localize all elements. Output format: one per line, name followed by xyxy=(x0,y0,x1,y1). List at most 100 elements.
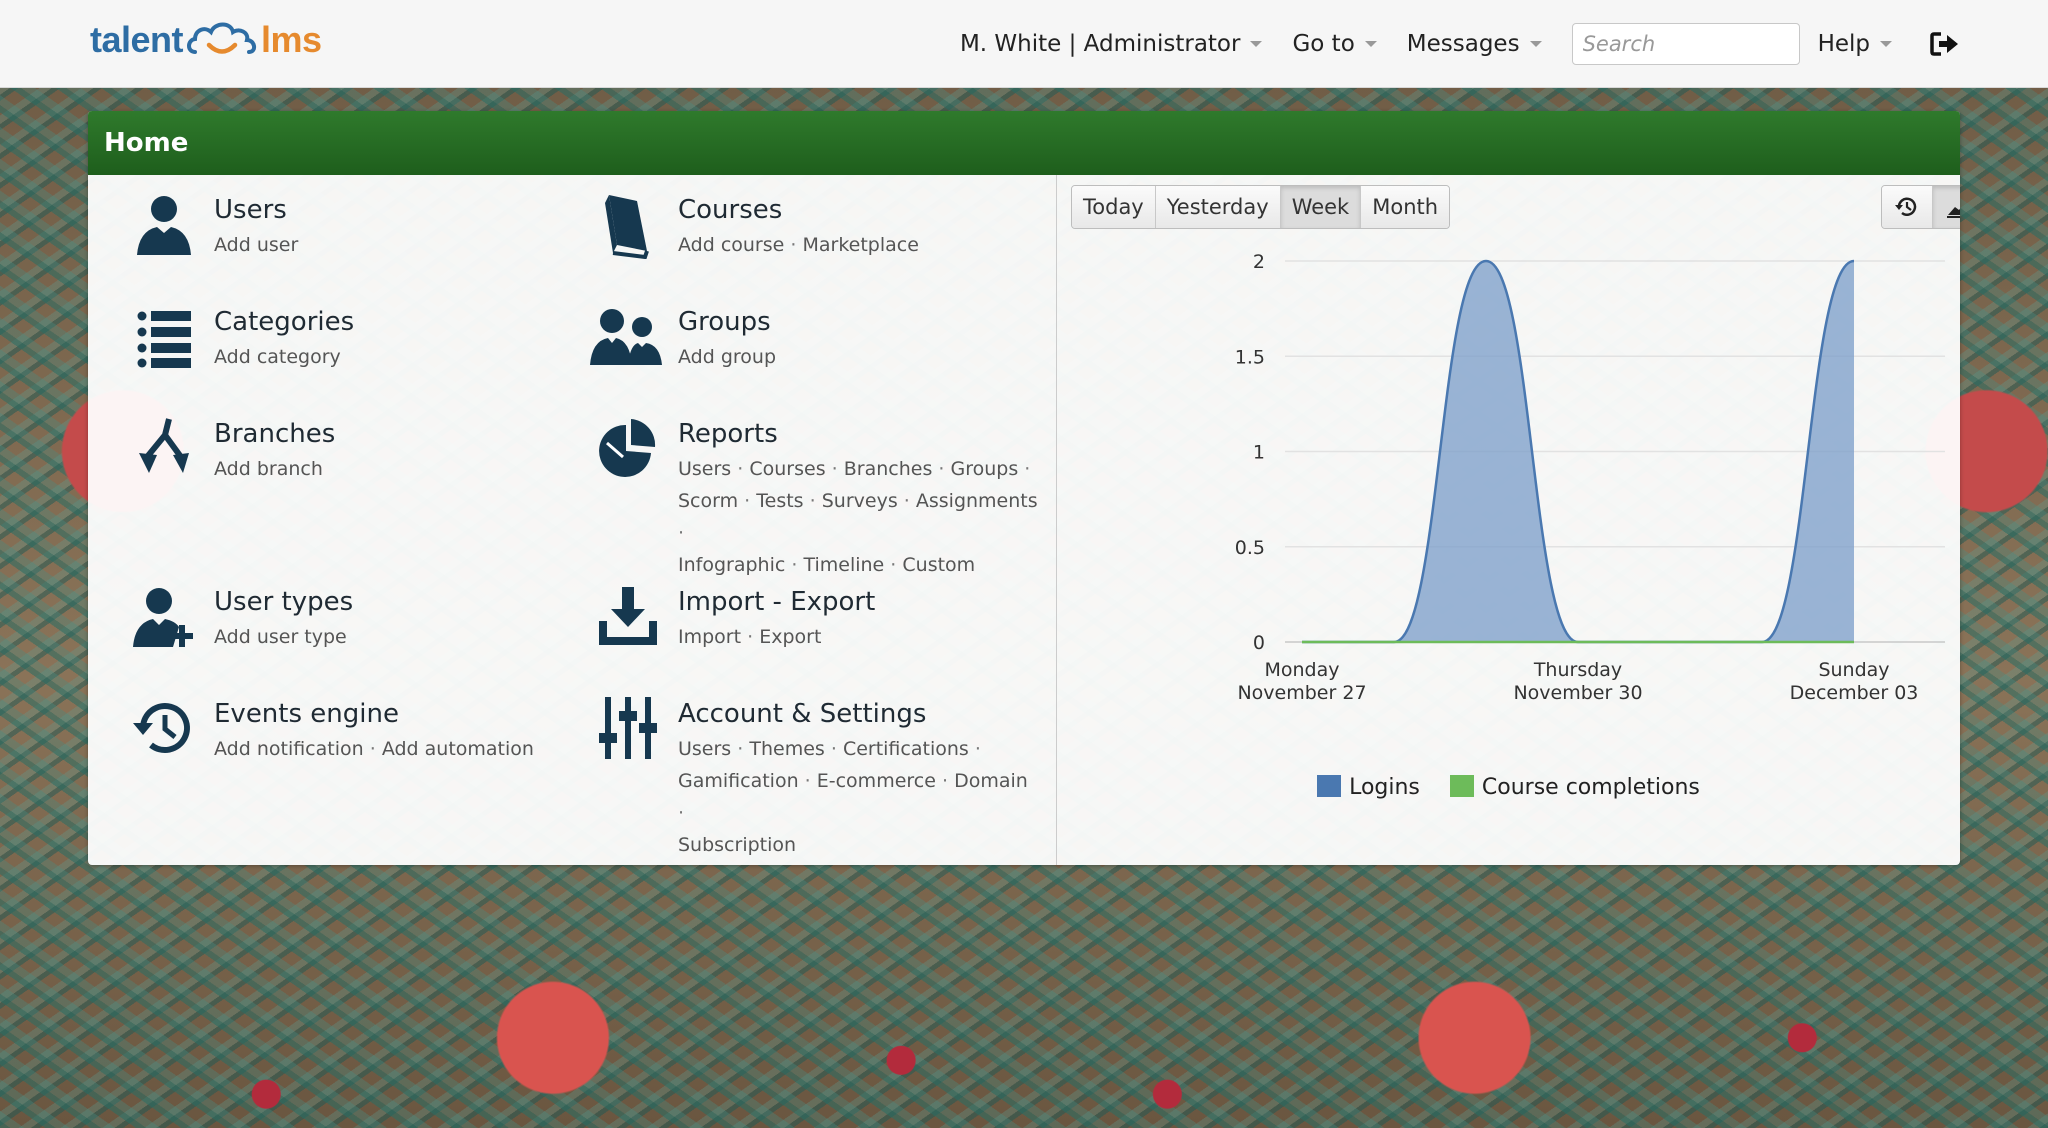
settings-subscription-link[interactable]: Subscription xyxy=(678,834,796,856)
history-icon xyxy=(122,693,206,763)
report-scorm-link[interactable]: Scorm xyxy=(678,490,738,512)
area-chart-icon xyxy=(1947,207,1960,218)
report-timeline-link[interactable]: Timeline xyxy=(803,554,884,576)
branches-section: Branches Add branch xyxy=(122,413,335,485)
y-tick-label: 0.5 xyxy=(1235,537,1265,559)
range-tabs: Today Yesterday Week Month xyxy=(1071,185,1451,229)
add-notification-link[interactable]: Add notification xyxy=(214,738,364,760)
tab-yesterday[interactable]: Yesterday xyxy=(1155,186,1281,228)
add-branch-link[interactable]: Add branch xyxy=(214,458,323,480)
users-section: Users Add user xyxy=(122,189,298,261)
caret-down-icon xyxy=(1364,40,1377,47)
messages-menu[interactable]: Messages xyxy=(1407,31,1542,57)
marketplace-link[interactable]: Marketplace xyxy=(802,234,918,256)
talentlms-logo[interactable]: talent lms xyxy=(90,18,322,62)
tab-week[interactable]: Week xyxy=(1280,186,1362,228)
events-engine-section: Events engine Add notification · Add aut… xyxy=(122,693,534,765)
settings-ecommerce-link[interactable]: E-commerce xyxy=(817,770,936,792)
legend-label: Course completions xyxy=(1481,775,1700,800)
reports-link[interactable]: Reports xyxy=(678,419,1038,453)
tab-today[interactable]: Today xyxy=(1072,186,1156,228)
legend-swatch xyxy=(1317,775,1342,797)
import-link[interactable]: Import xyxy=(678,626,741,648)
search-input[interactable] xyxy=(1571,22,1800,65)
user-types-link[interactable]: User types xyxy=(214,587,353,621)
user-icon xyxy=(122,189,206,259)
report-groups-link[interactable]: Groups xyxy=(950,458,1018,480)
book-icon xyxy=(586,189,670,259)
goto-menu[interactable]: Go to xyxy=(1292,31,1377,57)
legend-swatch xyxy=(1449,775,1474,797)
cloud-smile-icon xyxy=(187,22,257,54)
legend-course-completions[interactable]: Course completions xyxy=(1449,775,1700,800)
report-infographic-link[interactable]: Infographic xyxy=(678,554,785,576)
activity-chart-panel: Today Yesterday Week Month 0 0.5 1 1.5 2 Mond… xyxy=(1057,175,1960,865)
account-settings-link[interactable]: Account & Settings xyxy=(678,699,1038,733)
report-tests-link[interactable]: Tests xyxy=(756,490,803,512)
add-user-link[interactable]: Add user xyxy=(214,234,298,256)
user-menu[interactable]: M. White | Administrator xyxy=(960,31,1263,57)
logo-text-talent: talent xyxy=(90,19,184,60)
chart-legend: Logins Course completions xyxy=(1057,775,1960,800)
report-custom-link[interactable]: Custom xyxy=(902,554,975,576)
help-menu[interactable]: Help xyxy=(1818,31,1892,57)
add-category-link[interactable]: Add category xyxy=(214,346,341,368)
add-automation-link[interactable]: Add automation xyxy=(382,738,534,760)
tab-month[interactable]: Month xyxy=(1361,186,1450,228)
home-panel: Home Users Add user Categories Add categ… xyxy=(88,111,1960,865)
settings-gamification-link[interactable]: Gamification xyxy=(678,770,799,792)
y-tick-label: 1.5 xyxy=(1235,346,1265,368)
legend-logins[interactable]: Logins xyxy=(1317,775,1420,800)
report-surveys-link[interactable]: Surveys xyxy=(822,490,898,512)
legend-label: Logins xyxy=(1349,775,1420,800)
groups-section: Groups Add group xyxy=(586,301,776,373)
add-group-link[interactable]: Add group xyxy=(678,346,776,368)
add-user-type-link[interactable]: Add user type xyxy=(214,626,347,648)
users-link[interactable]: Users xyxy=(214,195,298,229)
groups-link[interactable]: Groups xyxy=(678,307,776,341)
logout-icon xyxy=(1930,31,1958,56)
x-tick-label: Thursday xyxy=(1533,659,1622,681)
branches-link[interactable]: Branches xyxy=(214,419,335,453)
activity-chart: 0 0.5 1 1.5 2 MondayNovember 27 ThursdayNovemb… xyxy=(1235,251,1945,704)
admin-shortcuts: Users Add user Categories Add category B… xyxy=(88,175,1057,865)
settings-certifications-link[interactable]: Certifications xyxy=(843,738,969,760)
import-export-section: Import - Export Import · Export xyxy=(586,581,875,653)
top-nav: M. White | Administrator Go to Messages … xyxy=(960,0,2048,87)
settings-themes-link[interactable]: Themes xyxy=(749,738,824,760)
report-courses-link[interactable]: Courses xyxy=(749,458,825,480)
add-course-link[interactable]: Add course xyxy=(678,234,784,256)
history-icon xyxy=(1895,197,1917,216)
x-tick-label: Sunday xyxy=(1818,659,1889,681)
account-settings-section: Account & Settings Users · Themes · Cert… xyxy=(586,693,1038,861)
x-tick-label: December 03 xyxy=(1790,682,1919,704)
messages-menu-label: Messages xyxy=(1406,30,1520,57)
events-engine-link[interactable]: Events engine xyxy=(214,699,534,733)
import-export-link[interactable]: Import - Export xyxy=(678,587,875,621)
caret-down-icon xyxy=(1250,40,1263,47)
report-branches-link[interactable]: Branches xyxy=(844,458,933,480)
report-users-link[interactable]: Users xyxy=(678,458,731,480)
categories-section: Categories Add category xyxy=(122,301,354,373)
logo-text-lms: lms xyxy=(261,19,322,60)
chart-view-button[interactable] xyxy=(1933,186,1960,228)
timeline-view-button[interactable] xyxy=(1882,186,1933,228)
sliders-icon xyxy=(586,693,670,763)
x-tick-label: November 27 xyxy=(1237,682,1366,704)
logout-button[interactable] xyxy=(1930,31,1960,57)
settings-domain-link[interactable]: Domain xyxy=(954,770,1028,792)
export-link[interactable]: Export xyxy=(759,626,821,648)
courses-link[interactable]: Courses xyxy=(678,195,919,229)
help-menu-label: Help xyxy=(1817,30,1870,57)
categories-link[interactable]: Categories xyxy=(214,307,354,341)
user-menu-label: M. White | Administrator xyxy=(959,30,1241,57)
list-icon xyxy=(122,301,206,371)
reports-section: Reports Users · Courses · Branches · Gro… xyxy=(586,413,1038,581)
settings-users-link[interactable]: Users xyxy=(678,738,731,760)
user-types-section: User types Add user type xyxy=(122,581,353,653)
report-assignments-link[interactable]: Assignments xyxy=(916,490,1038,512)
panel-header: Home xyxy=(88,111,1960,175)
group-icon xyxy=(586,301,670,371)
x-tick-label: Monday xyxy=(1264,659,1339,681)
user-plus-icon xyxy=(122,581,206,651)
